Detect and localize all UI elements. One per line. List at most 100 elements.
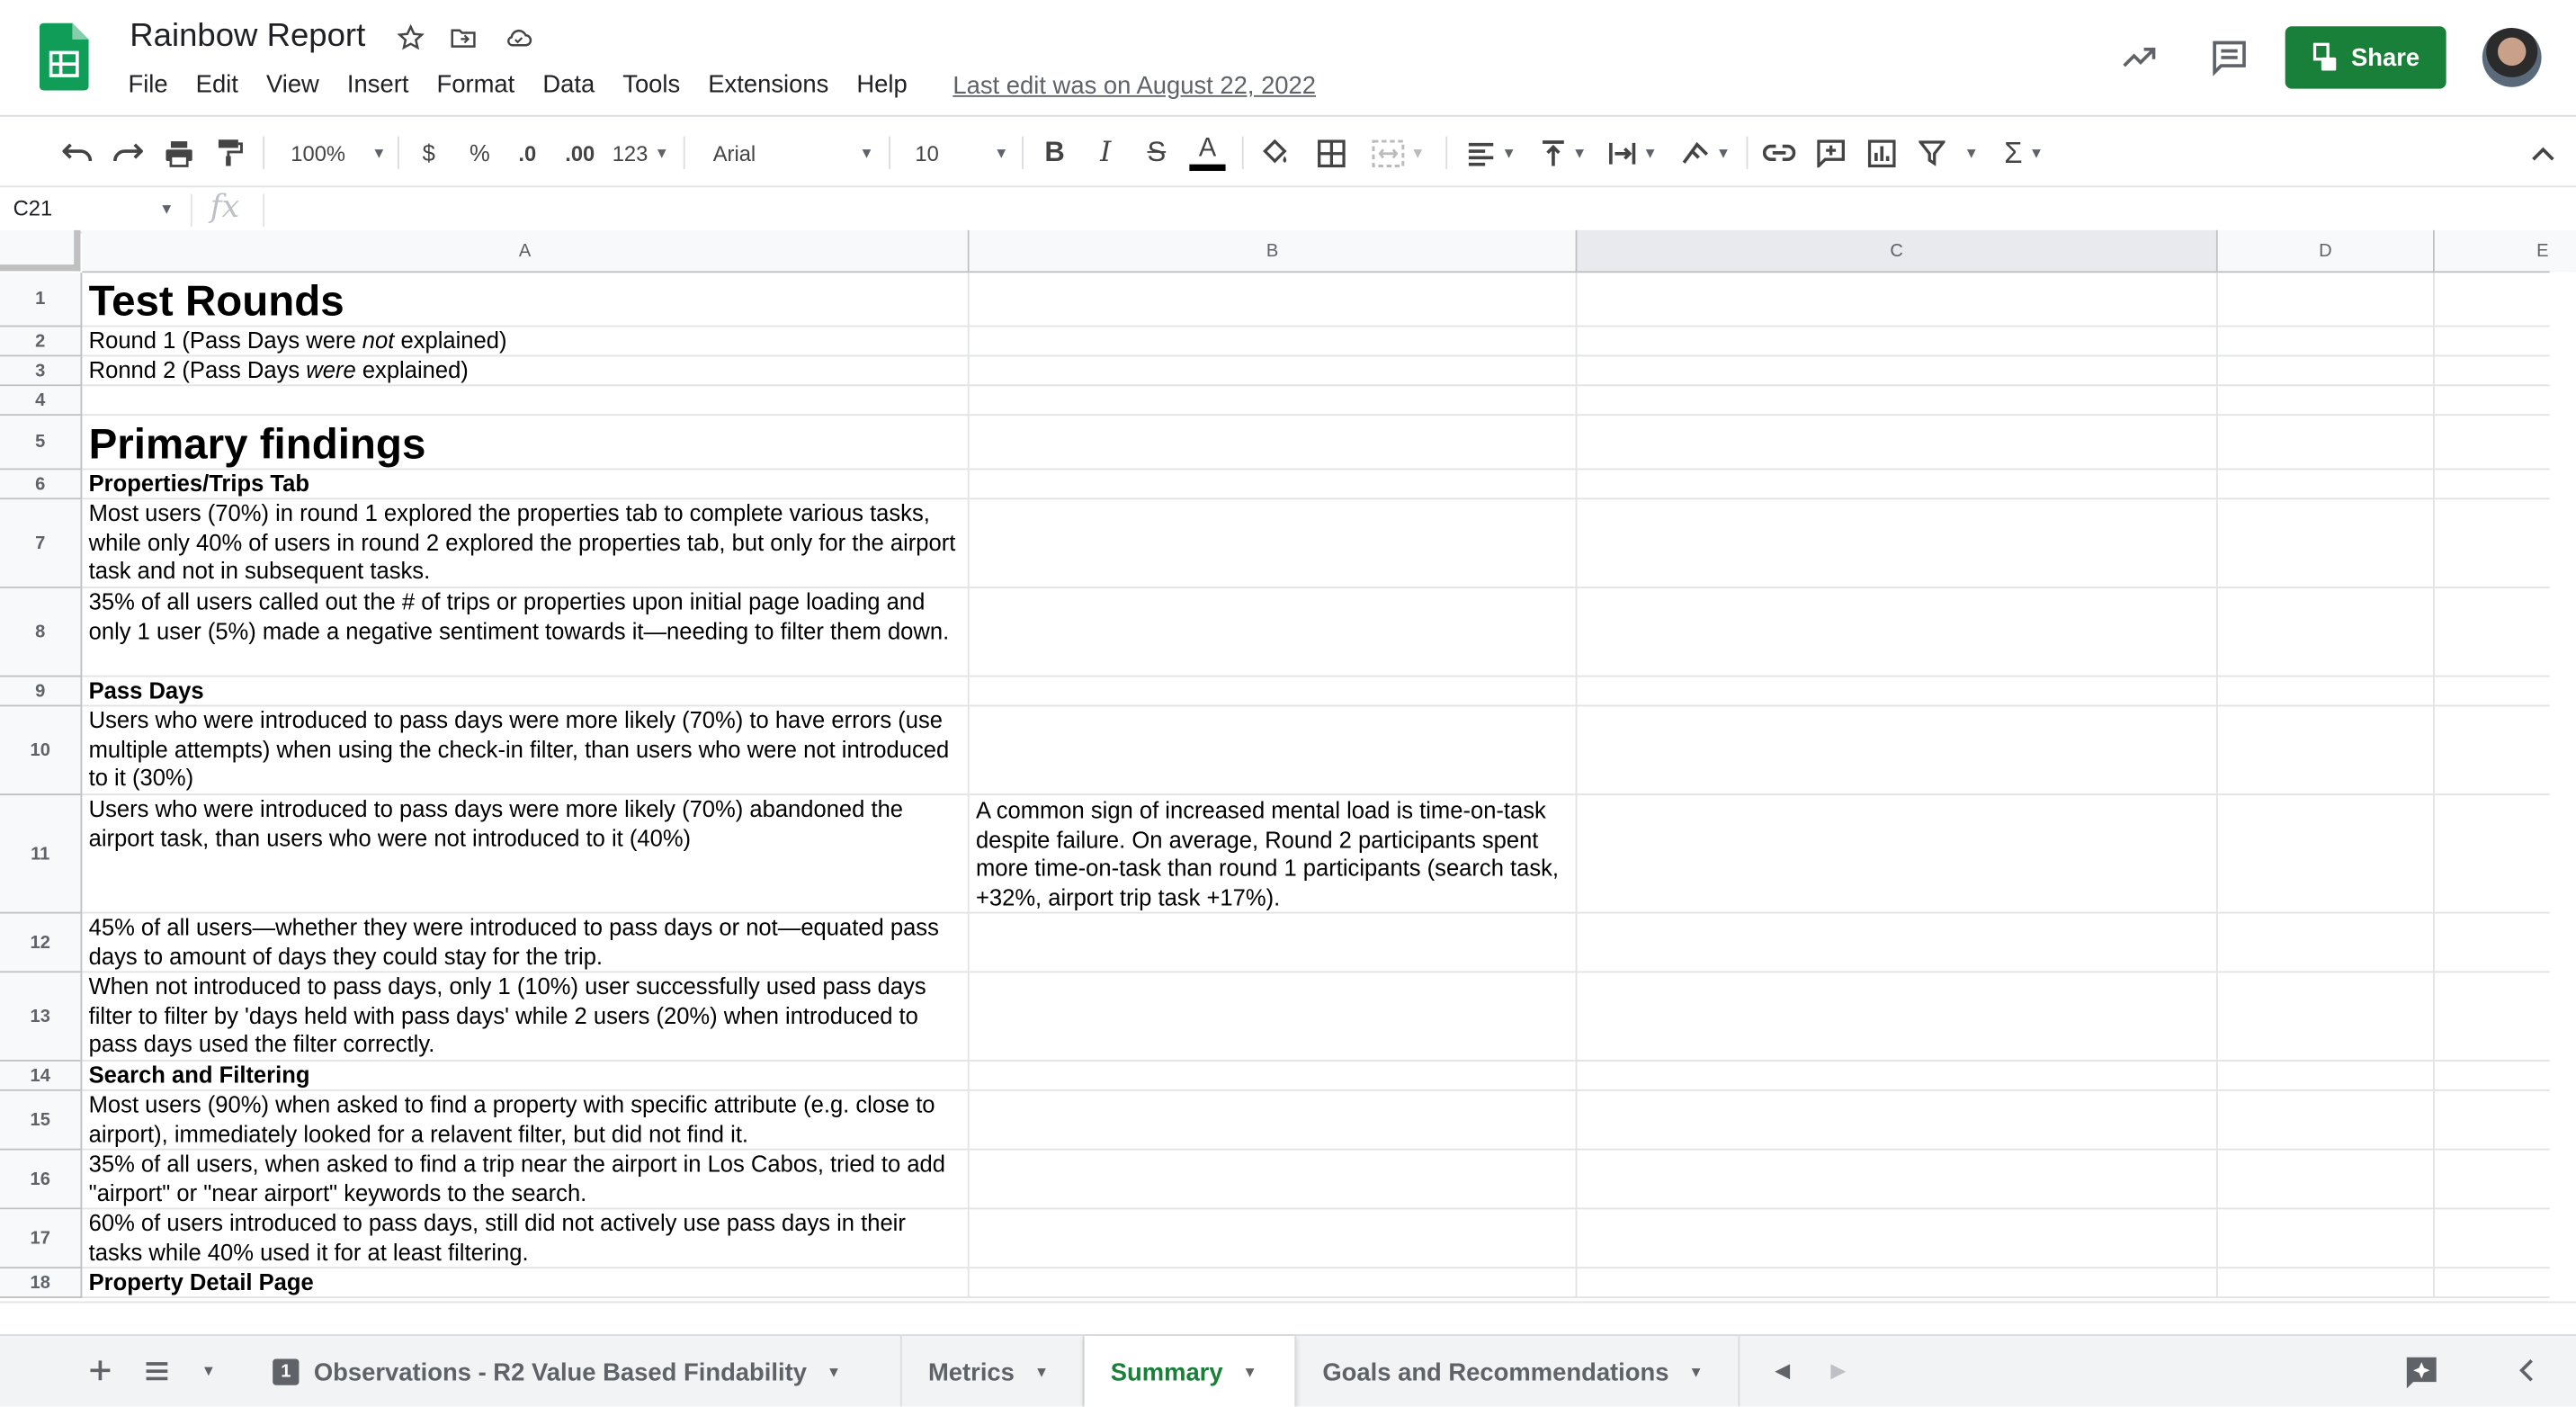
row-header[interactable]: 10 [0,706,83,796]
all-sheets-icon[interactable] [141,1356,171,1385]
text-rotation-icon[interactable]: ▼ [1674,133,1736,173]
sheet-tab[interactable]: 1 Observations - R2 Value Based Findabili… [246,1335,902,1407]
last-edit-link[interactable]: Last edit was on August 22, 2022 [953,72,1316,100]
cell-c15[interactable] [1577,1090,2218,1151]
insert-comment-icon[interactable] [1813,133,1847,173]
scroll-tabs-right-icon[interactable]: ▶ [1827,1356,1850,1385]
cell-b6[interactable] [969,470,1578,500]
sheets-logo-icon[interactable] [39,22,89,91]
cell-a7[interactable]: Most users (70%) in round 1 explored the… [82,499,970,588]
cell-d17[interactable] [2217,1209,2435,1269]
percent-format-button[interactable]: % [465,133,495,173]
cell-d5[interactable] [2217,416,2435,470]
undo-icon[interactable] [61,133,94,173]
currency-format-button[interactable]: $ [414,133,443,173]
cell-c3[interactable] [1577,356,2218,387]
comments-icon[interactable] [2206,36,2252,78]
avatar[interactable] [2482,28,2542,87]
column-header-e[interactable]: E [2434,229,2576,273]
redo-icon[interactable] [112,133,145,173]
cell-a2[interactable]: Round 1 (Pass Days were not explained) [82,327,970,357]
sheet-tab[interactable]: Summary ▼ [1084,1335,1297,1407]
scroll-tabs-left-icon[interactable]: ◀ [1771,1356,1794,1385]
cell-b14[interactable] [969,1061,1578,1091]
row-header[interactable]: 4 [0,386,83,417]
cell-b8[interactable] [969,587,1578,677]
cell-a10[interactable]: Users who were introduced to pass days w… [82,706,970,796]
cell-d1[interactable] [2217,273,2435,327]
document-title[interactable]: Rainbow Report [130,18,365,56]
menu-data[interactable]: Data [542,71,595,99]
cell-b3[interactable] [969,356,1578,387]
cell-b5[interactable] [969,416,1578,470]
row-header[interactable]: 13 [0,972,83,1062]
cell-a13[interactable]: When not introduced to pass days, only 1… [82,972,970,1062]
column-header-b[interactable]: B [969,229,1578,273]
fill-color-icon[interactable] [1258,133,1292,173]
select-all-corner[interactable] [0,229,81,272]
cell-a17[interactable]: 60% of users introduced to pass days, st… [82,1209,970,1269]
cell-c8[interactable] [1577,587,2218,677]
row-header[interactable]: 7 [0,499,83,588]
cell-d15[interactable] [2217,1090,2435,1151]
add-sheet-icon[interactable] [85,1356,115,1385]
cell-a3[interactable]: Ronnd 2 (Pass Days were explained) [82,356,970,387]
row-header[interactable]: 18 [0,1268,83,1298]
horizontal-align-icon[interactable]: ▼ [1462,133,1522,173]
cell-c18[interactable] [1577,1268,2218,1298]
cell-c2[interactable] [1577,327,2218,357]
cell-d10[interactable] [2217,706,2435,796]
cell-b17[interactable] [969,1209,1578,1269]
bold-icon[interactable]: B [1038,133,1071,173]
move-folder-icon[interactable] [447,22,480,55]
row-header[interactable]: 1 [0,273,83,327]
star-icon[interactable] [394,22,427,55]
row-header[interactable]: 15 [0,1090,83,1151]
trending-up-icon[interactable] [2116,36,2162,78]
horizontal-scrollbar[interactable] [0,1301,2576,1335]
font-family-select[interactable]: Arial ▼ [700,133,874,173]
menu-file[interactable]: File [128,71,167,99]
cell-b11[interactable]: A common sign of increased mental load i… [969,795,1578,914]
formula-input[interactable] [273,195,2556,225]
menu-format[interactable]: Format [436,71,514,99]
zoom-select[interactable]: 100% ▼ [280,133,389,173]
cell-a11[interactable]: Users who were introduced to pass days w… [82,795,970,914]
share-button[interactable]: Share [2285,26,2446,89]
cell-a12[interactable]: 45% of all users—whether they were intro… [82,913,970,973]
italic-icon[interactable]: I [1089,133,1123,173]
cell-d14[interactable] [2217,1061,2435,1091]
sheet-tab[interactable]: Metrics ▼ [902,1335,1085,1407]
cell-c4[interactable] [1577,386,2218,417]
column-header-d[interactable]: D [2217,229,2435,273]
print-icon[interactable] [163,133,196,173]
cell-d13[interactable] [2217,972,2435,1062]
more-formats-button[interactable]: 123 ▼ [610,133,672,173]
row-header[interactable]: 17 [0,1209,83,1269]
menu-tools[interactable]: Tools [622,71,680,99]
cell-a6[interactable]: Properties/Trips Tab [82,470,970,500]
cell-b7[interactable] [969,499,1578,588]
cell-c5[interactable] [1577,416,2218,470]
row-header[interactable]: 16 [0,1150,83,1210]
cell-b10[interactable] [969,706,1578,796]
cell-a15[interactable]: Most users (90%) when asked to find a pr… [82,1090,970,1151]
vertical-align-icon[interactable]: ▼ [1534,133,1594,173]
menu-extensions[interactable]: Extensions [708,71,828,99]
row-header[interactable]: 6 [0,470,83,500]
chevron-down-icon[interactable]: ▼ [1034,1364,1049,1380]
cell-d9[interactable] [2217,677,2435,707]
collapse-side-panel-icon[interactable] [2514,1356,2537,1385]
cell-c6[interactable] [1577,470,2218,500]
row-header[interactable]: 8 [0,587,83,677]
cell-a1[interactable]: Test Rounds [82,273,970,327]
collapse-toolbar-icon[interactable] [2527,133,2560,173]
chevron-down-icon[interactable]: ▼ [1688,1364,1703,1380]
strikethrough-icon[interactable]: S [1140,133,1174,173]
cell-b9[interactable] [969,677,1578,707]
cell-b12[interactable] [969,913,1578,973]
cell-d12[interactable] [2217,913,2435,973]
cell-a16[interactable]: 35% of all users, when asked to find a t… [82,1150,970,1210]
row-header[interactable]: 12 [0,913,83,973]
filter-icon[interactable]: ▼ [1916,133,1981,173]
